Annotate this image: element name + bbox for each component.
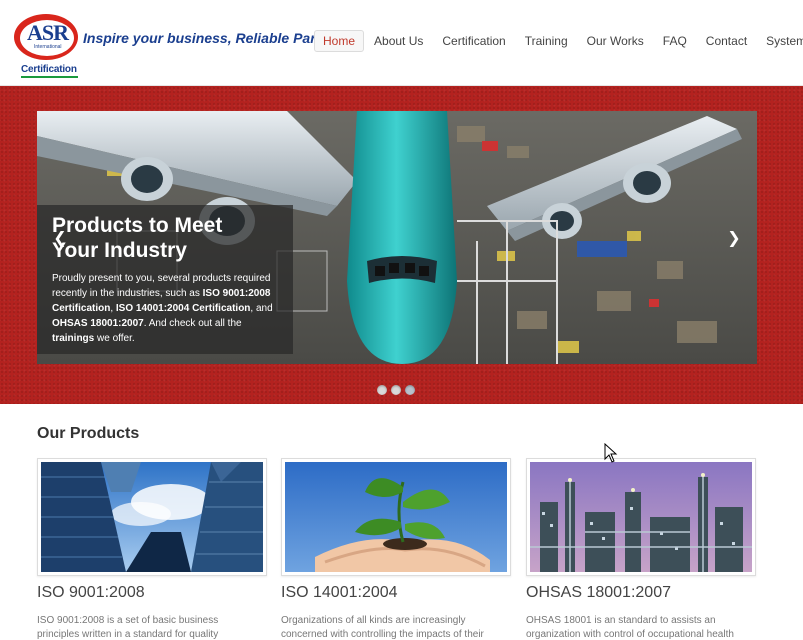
caption-text: Proudly present to you, several products… xyxy=(52,273,273,344)
section-title-our-products: Our Products xyxy=(37,425,140,442)
slide-caption: Products to Meet Your Industry Proudly p… xyxy=(37,205,293,354)
product-title[interactable]: ISO 14001:2004 xyxy=(281,584,511,602)
nav-our-works[interactable]: Our Works xyxy=(578,30,653,52)
chevron-left-icon[interactable]: ❮ xyxy=(51,229,69,249)
product-description: ISO 9001:2008 is a set of basic business… xyxy=(37,615,219,640)
product-image-industrial-plant[interactable] xyxy=(526,458,756,576)
product-title[interactable]: ISO 9001:2008 xyxy=(37,584,267,602)
caption-title-line-2: Your Industry xyxy=(52,239,187,262)
nav-system[interactable]: System xyxy=(757,30,803,52)
product-card-ohsas-18001: OHSAS 18001:2007 OHSAS 18001 is an stand… xyxy=(526,458,756,640)
product-card-iso-14001: ISO 14001:2004 Organizations of all kind… xyxy=(281,458,511,640)
nav-training[interactable]: Training xyxy=(516,30,577,52)
nav-certification[interactable]: Certification xyxy=(433,30,514,52)
nav-contact[interactable]: Contact xyxy=(697,30,756,52)
image-slider[interactable]: Products to Meet Your Industry Proudly p… xyxy=(37,111,757,364)
slider-dot-3[interactable] xyxy=(405,385,415,395)
product-image-skyscrapers[interactable] xyxy=(37,458,267,576)
main-nav: Home About Us Certification Training Our… xyxy=(314,30,803,52)
slider-dot-2[interactable] xyxy=(391,385,401,395)
product-description: OHSAS 18001 is an standard to assists an… xyxy=(526,615,734,640)
asr-logo[interactable]: ASR International Certification xyxy=(14,12,78,78)
product-card-iso-9001: ISO 9001:2008 ISO 9001:2008 is a set of … xyxy=(37,458,267,640)
product-title[interactable]: OHSAS 18001:2007 xyxy=(526,584,756,602)
site-header: ASR International Certification Inspire … xyxy=(0,0,803,86)
logo-underline xyxy=(21,76,78,78)
logo-label: Certification xyxy=(21,64,77,75)
caption-title: Products to Meet Your Industry xyxy=(52,213,279,263)
hero-banner: Products to Meet Your Industry Proudly p… xyxy=(0,86,803,404)
nav-faq[interactable]: FAQ xyxy=(654,30,696,52)
mouse-cursor-icon xyxy=(604,443,618,463)
slider-pagination xyxy=(377,385,419,395)
product-image-plant-in-hands[interactable] xyxy=(281,458,511,576)
logo-sub: International xyxy=(34,44,62,50)
nav-about-us[interactable]: About Us xyxy=(365,30,432,52)
chevron-right-icon[interactable]: ❯ xyxy=(725,229,743,249)
logo-brand: ASR xyxy=(27,20,69,45)
slider-dot-1[interactable] xyxy=(377,385,387,395)
nav-home[interactable]: Home xyxy=(314,30,365,52)
tagline: Inspire your business, Reliable Partner xyxy=(83,30,343,46)
product-description: Organizations of all kinds are increasin… xyxy=(281,615,484,640)
caption-title-line-1: Products to Meet xyxy=(52,214,223,237)
